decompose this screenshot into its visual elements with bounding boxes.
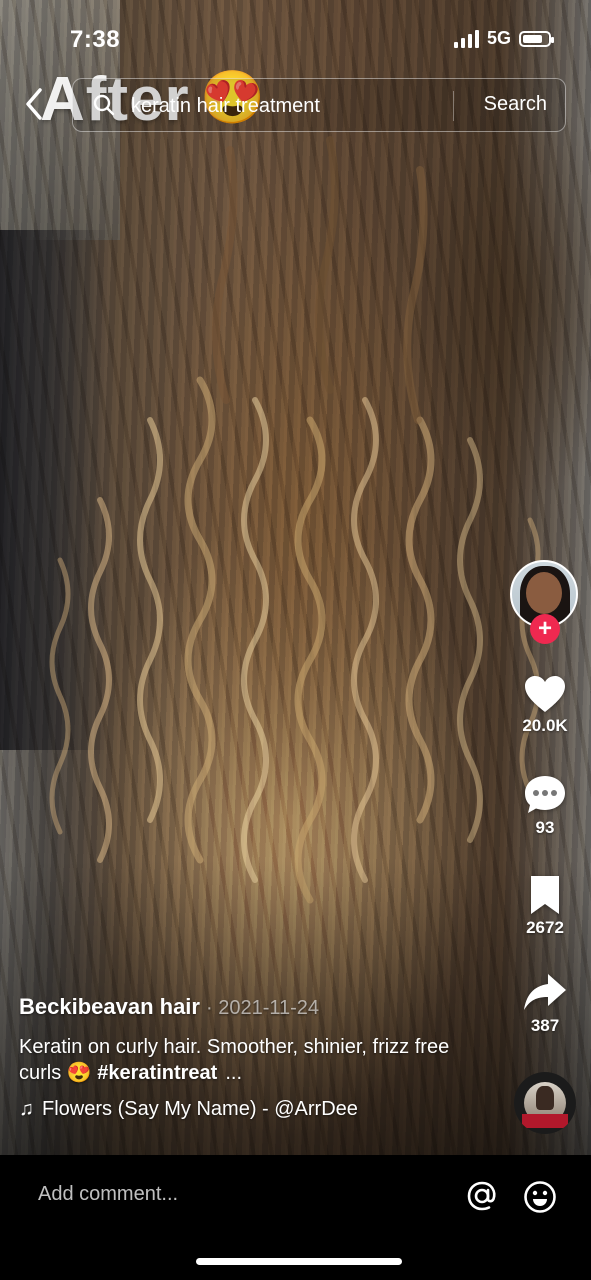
video-screen[interactable]: 7:38 5G After 😍 Search +: [0, 0, 591, 1280]
music-note-icon: ♫: [19, 1098, 34, 1120]
comment-icon: [525, 776, 565, 813]
emoji-smile-icon[interactable]: [523, 1180, 557, 1214]
hashtag-link[interactable]: #keratintreat: [97, 1062, 217, 1084]
description-emoji: 😍: [66, 1062, 92, 1084]
follow-button[interactable]: +: [530, 614, 560, 644]
home-indicator[interactable]: [196, 1258, 402, 1265]
share-arrow-icon: [524, 974, 566, 1010]
save-button[interactable]: 2672: [508, 874, 582, 938]
cellular-signal-icon: [453, 29, 479, 48]
bookmark-icon: [531, 876, 559, 914]
music-title: Flowers (Say My Name) - @ArrDee: [42, 1098, 358, 1120]
share-button[interactable]: 387: [508, 970, 582, 1036]
battery-level: [523, 34, 542, 43]
comment-count: 93: [535, 818, 555, 837]
network-type: 5G: [486, 28, 511, 48]
search-bar[interactable]: Search: [72, 78, 566, 132]
post-caption: Beckibeavan hair · 2021-11-24 Keratin on …: [19, 994, 489, 1121]
comment-button[interactable]: 93: [508, 774, 582, 838]
status-indicators: 5G: [453, 28, 554, 49]
save-count: 2672: [526, 918, 564, 937]
more-button[interactable]: ...: [225, 1062, 242, 1084]
post-date: · 2021-11-24: [205, 997, 320, 1019]
like-button[interactable]: 20.0K: [508, 674, 582, 736]
share-count: 387: [530, 1016, 560, 1035]
comment-input[interactable]: Add comment...: [38, 1183, 178, 1206]
heart-icon: [525, 676, 565, 712]
search-button[interactable]: Search: [484, 93, 547, 116]
status-time: 7:38: [70, 26, 121, 53]
music-info[interactable]: ♫ Flowers (Say My Name) - @ArrDee: [19, 1098, 489, 1121]
author-name[interactable]: Beckibeavan hair: [19, 994, 200, 1019]
mention-at-icon[interactable]: [466, 1180, 498, 1212]
music-disc[interactable]: [514, 1072, 576, 1134]
back-arrow-icon[interactable]: [20, 86, 50, 122]
like-count: 20.0K: [522, 716, 568, 735]
video-frame[interactable]: [0, 0, 591, 1155]
post-description: Keratin on curly hair. Smoother, shinier…: [19, 1034, 489, 1086]
search-input[interactable]: [131, 93, 451, 119]
search-divider: [453, 91, 454, 121]
search-icon: [93, 94, 115, 116]
battery-icon: [519, 30, 554, 47]
